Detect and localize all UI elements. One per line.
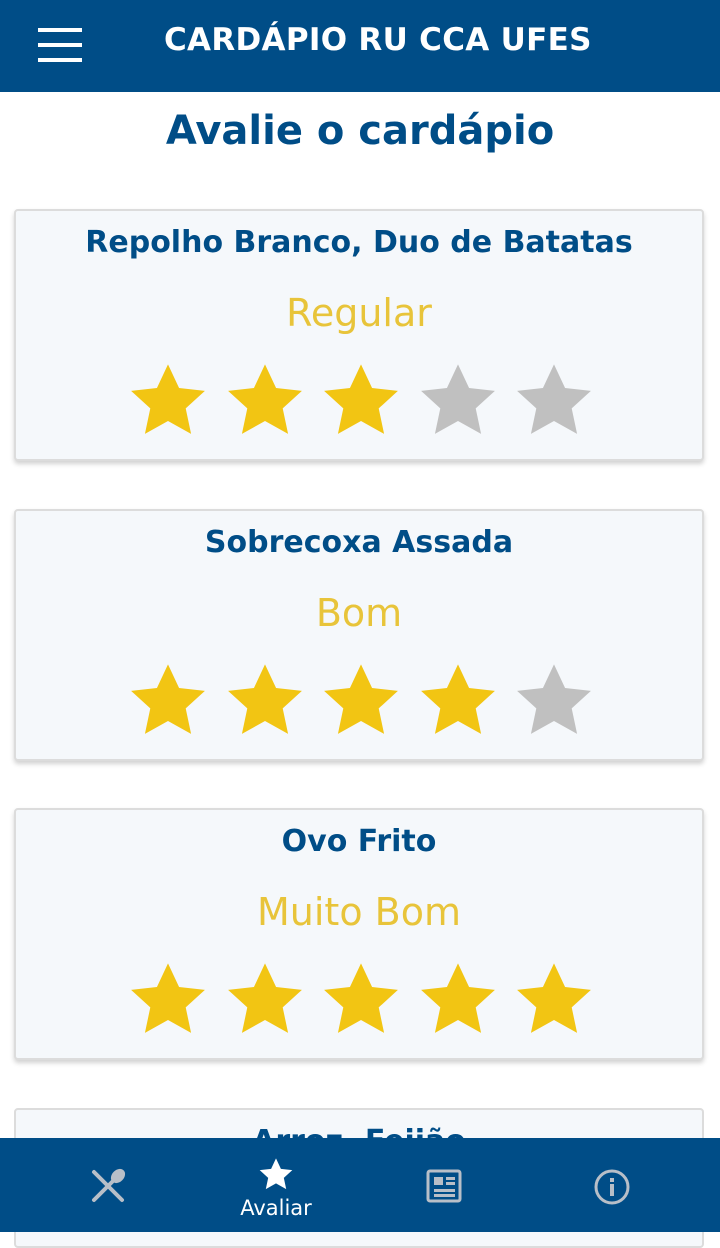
bottom-nav: Avaliar xyxy=(0,1138,720,1232)
rating-card: Repolho Branco, Duo de Batatas Regular xyxy=(14,209,704,461)
star-empty-icon[interactable] xyxy=(414,359,502,445)
app-title: CARDÁPIO RU CCA UFES xyxy=(164,22,592,58)
rating-label: Regular xyxy=(286,291,432,335)
newspaper-icon xyxy=(426,1169,462,1203)
nav-news[interactable] xyxy=(360,1138,528,1232)
star-filled-icon[interactable] xyxy=(221,359,309,445)
dish-name: Repolho Branco, Duo de Batatas xyxy=(85,225,633,260)
star-filled-icon[interactable] xyxy=(124,359,212,445)
nav-menu[interactable] xyxy=(24,1138,192,1232)
star-empty-icon[interactable] xyxy=(510,659,598,745)
star-filled-icon[interactable] xyxy=(124,659,212,745)
star-filled-icon[interactable] xyxy=(414,958,502,1044)
dish-name: Ovo Frito xyxy=(281,824,437,859)
star-rating xyxy=(124,659,604,745)
rating-label: Muito Bom xyxy=(257,890,461,934)
rating-card: Ovo Frito Muito Bom xyxy=(14,808,704,1060)
star-rating xyxy=(124,958,604,1044)
nav-label: Avaliar xyxy=(240,1196,312,1220)
star-filled-icon[interactable] xyxy=(317,359,405,445)
star-filled-icon[interactable] xyxy=(317,659,405,745)
star-empty-icon[interactable] xyxy=(510,359,598,445)
hamburger-menu-icon[interactable] xyxy=(38,28,82,62)
star-filled-icon[interactable] xyxy=(221,958,309,1044)
rating-card: Sobrecoxa Assada Bom xyxy=(14,509,704,761)
info-icon xyxy=(594,1169,630,1205)
nav-info[interactable] xyxy=(528,1138,696,1232)
star-rating xyxy=(124,359,604,445)
dish-name: Sobrecoxa Assada xyxy=(204,525,514,560)
star-filled-icon[interactable] xyxy=(510,958,598,1044)
page-title: Avalie o cardápio xyxy=(165,108,555,154)
rating-label: Bom xyxy=(315,591,403,635)
fork-knife-icon xyxy=(92,1168,126,1202)
star-filled-icon[interactable] xyxy=(317,958,405,1044)
star-filled-icon[interactable] xyxy=(414,659,502,745)
star-icon xyxy=(259,1158,293,1190)
app-bar: CARDÁPIO RU CCA UFES xyxy=(0,0,720,92)
nav-avaliar[interactable]: Avaliar xyxy=(192,1138,360,1232)
star-filled-icon[interactable] xyxy=(124,958,212,1044)
star-filled-icon[interactable] xyxy=(221,659,309,745)
